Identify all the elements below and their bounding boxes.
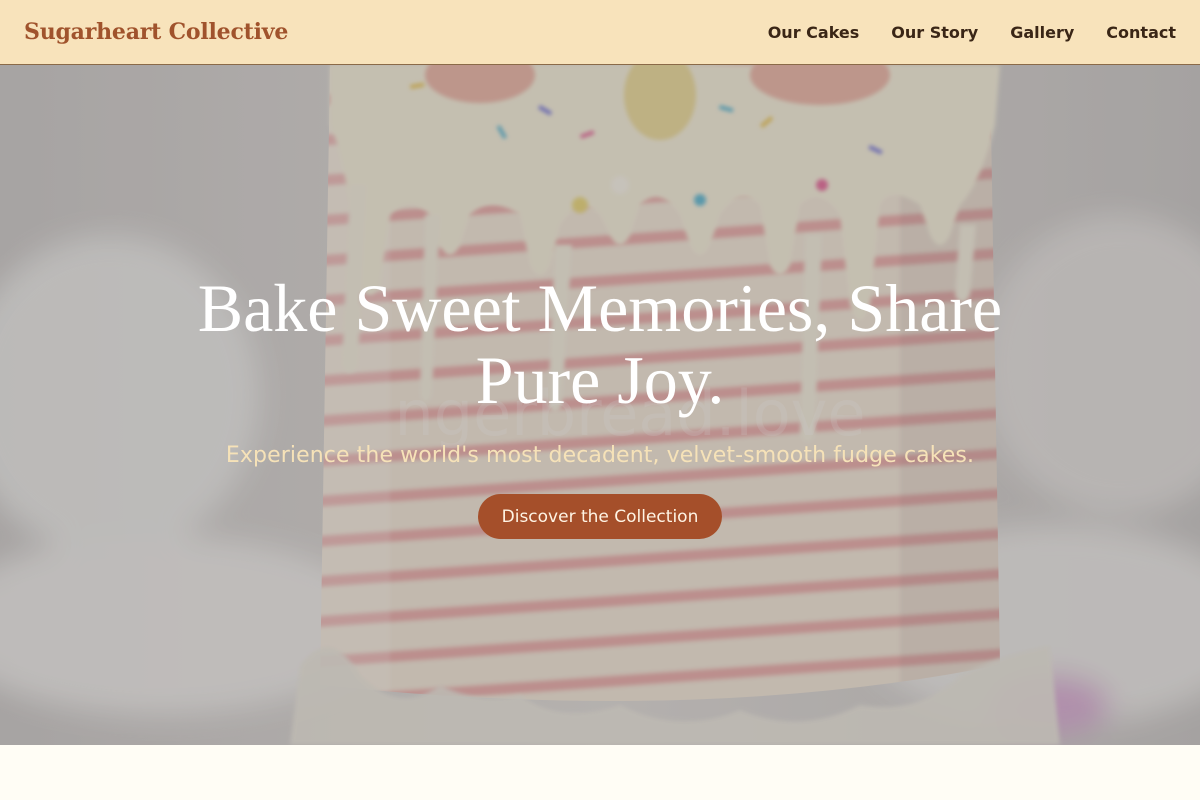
site-header: Sugarheart Collective Our Cakes Our Stor… [0, 0, 1200, 65]
hero-title: Bake Sweet Memories, Share Pure Joy. [197, 270, 1003, 418]
nav-our-story[interactable]: Our Story [891, 23, 978, 42]
nav-our-cakes[interactable]: Our Cakes [768, 23, 860, 42]
discover-collection-button[interactable]: Discover the Collection [477, 494, 723, 539]
brand-logo[interactable]: Sugarheart Collective [24, 19, 288, 45]
main-nav: Our Cakes Our Story Gallery Contact [768, 23, 1176, 42]
page-body [0, 745, 1200, 800]
hero-subtitle: Experience the world's most decadent, ve… [225, 443, 975, 468]
hero-section: ngerbread.love Bake Sweet Memories, Shar… [0, 65, 1200, 745]
nav-contact[interactable]: Contact [1106, 23, 1176, 42]
hero-content: Bake Sweet Memories, Share Pure Joy. Exp… [0, 65, 1200, 745]
nav-gallery[interactable]: Gallery [1010, 23, 1074, 42]
